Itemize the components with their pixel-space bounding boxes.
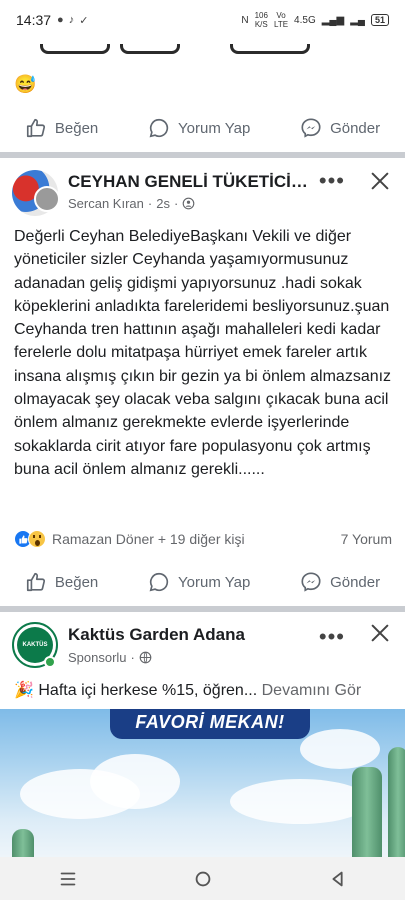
net-speed: 106 K/S bbox=[255, 11, 268, 29]
ad-text: 🎉 Hafta içi herkese %15, öğren... Devamı… bbox=[14, 680, 399, 700]
nfc-icon: N bbox=[241, 14, 249, 26]
comment-label: Yorum Yap bbox=[178, 573, 251, 591]
like-label: Beğen bbox=[54, 573, 99, 591]
like-button[interactable]: Beğen bbox=[25, 117, 98, 139]
chat-bubble-icon: ● bbox=[57, 14, 64, 26]
cactus-shape bbox=[388, 747, 405, 857]
comment-label: Yorum Yap bbox=[178, 119, 251, 137]
ad-caption: Hafta içi herkese %15, öğren... bbox=[38, 682, 258, 699]
cloud-shape bbox=[300, 729, 380, 769]
meta-separator: · bbox=[130, 650, 135, 665]
thumbs-up-icon bbox=[26, 572, 45, 592]
sponsor-page-name[interactable]: Kaktüs Garden Adana bbox=[68, 625, 308, 645]
cloud-shape bbox=[90, 754, 180, 809]
previous-post-actions: Beğen Yorum Yap Gönder bbox=[0, 106, 405, 150]
post-header: CEYHAN GENELİ TÜKETİCİ ... Sercan Kıran … bbox=[0, 162, 405, 218]
notification-icons: ● ♪ ✓ bbox=[57, 14, 88, 27]
reactors-text: Ramazan Döner + 19 diğer kişi bbox=[52, 531, 245, 547]
ad-image[interactable]: FAVORİ MEKAN! bbox=[0, 709, 405, 857]
author-avatar[interactable] bbox=[34, 186, 60, 212]
post-body-text: Değerli Ceyhan BelediyeBaşkanı Vekili ve… bbox=[14, 228, 392, 478]
status-bar: 14:37 ● ♪ ✓ N 106 K/S Vo LTE 4.5G ▂▄▆ ▂▄… bbox=[0, 0, 405, 40]
thumbs-up-icon bbox=[26, 118, 45, 138]
signal-icon-2: ▂▄ bbox=[350, 14, 365, 26]
net-speed-unit: K/S bbox=[254, 20, 268, 29]
share-button[interactable]: Gönder bbox=[300, 117, 380, 139]
battery-icon: 51 bbox=[370, 14, 389, 26]
like-label: Beğen bbox=[54, 119, 99, 137]
recent-apps-icon[interactable] bbox=[57, 868, 79, 890]
post-meta: Sercan Kıran · 2s · bbox=[68, 196, 195, 211]
network-type: 4.5G bbox=[294, 14, 316, 26]
share-label: Gönder bbox=[330, 119, 381, 137]
close-icon[interactable] bbox=[369, 622, 391, 644]
share-label: Gönder bbox=[330, 573, 381, 591]
sponsored-label[interactable]: Sponsorlu bbox=[68, 650, 127, 665]
post-time[interactable]: 2s bbox=[156, 196, 170, 211]
comment-bubble-icon bbox=[149, 118, 169, 138]
share-button[interactable]: Gönder bbox=[300, 571, 380, 593]
volte-label: Vo bbox=[276, 11, 286, 20]
volte-indicator: Vo LTE bbox=[274, 11, 288, 29]
download-check-icon: ✓ bbox=[79, 14, 89, 27]
comment-bubble-icon bbox=[149, 572, 169, 592]
globe-icon bbox=[139, 651, 152, 664]
see-more-link[interactable]: Devamını Gör bbox=[262, 682, 362, 699]
more-options-icon[interactable]: ••• bbox=[319, 168, 345, 194]
messenger-icon bbox=[301, 572, 321, 592]
image-fragment bbox=[40, 44, 110, 54]
image-fragment bbox=[230, 44, 310, 54]
cactus-shape bbox=[12, 829, 34, 857]
system-nav-bar bbox=[0, 857, 405, 900]
author-name[interactable]: Sercan Kıran bbox=[68, 196, 144, 211]
grinning-sweat-emoji: 😅 bbox=[14, 74, 37, 94]
reactions-summary[interactable]: Ramazan Döner + 19 diğer kişi 7 Yorum bbox=[14, 528, 392, 550]
signal-icon: ▂▄▆ bbox=[321, 14, 345, 26]
system-indicators: N 106 K/S Vo LTE 4.5G ▂▄▆ ▂▄ 51 bbox=[241, 11, 389, 29]
more-options-icon[interactable]: ••• bbox=[319, 624, 345, 650]
feed-divider bbox=[0, 152, 405, 158]
ad-banner: FAVORİ MEKAN! bbox=[110, 709, 310, 739]
close-icon[interactable] bbox=[369, 170, 391, 192]
wow-reaction-icon bbox=[28, 530, 46, 548]
cloud-shape bbox=[230, 779, 370, 824]
tiktok-icon: ♪ bbox=[68, 14, 75, 26]
like-button[interactable]: Beğen bbox=[25, 571, 98, 593]
reaction-icons bbox=[14, 530, 46, 548]
group-name[interactable]: CEYHAN GENELİ TÜKETİCİ ... bbox=[68, 172, 308, 192]
online-status-dot bbox=[44, 656, 56, 668]
group-privacy-icon bbox=[182, 197, 195, 210]
net-speed-value: 106 bbox=[254, 11, 268, 20]
home-icon[interactable] bbox=[192, 868, 214, 890]
sponsor-meta: Sponsorlu · bbox=[68, 650, 152, 665]
meta-separator: · bbox=[147, 196, 153, 211]
feed-divider bbox=[0, 606, 405, 612]
comment-button[interactable]: Yorum Yap bbox=[148, 571, 250, 593]
image-fragment bbox=[120, 44, 180, 54]
comments-count[interactable]: 7 Yorum bbox=[341, 531, 392, 547]
previous-post-image[interactable] bbox=[0, 40, 405, 62]
cactus-shape bbox=[352, 767, 382, 857]
lte-label: LTE bbox=[273, 20, 289, 29]
post-actions: Beğen Yorum Yap Gönder bbox=[0, 560, 405, 604]
status-time: 14:37 bbox=[16, 12, 52, 28]
meta-separator: · bbox=[173, 196, 179, 211]
party-popper-emoji: 🎉 bbox=[14, 682, 34, 699]
messenger-icon bbox=[301, 118, 321, 138]
comment-button[interactable]: Yorum Yap bbox=[148, 117, 250, 139]
back-icon[interactable] bbox=[327, 868, 349, 890]
